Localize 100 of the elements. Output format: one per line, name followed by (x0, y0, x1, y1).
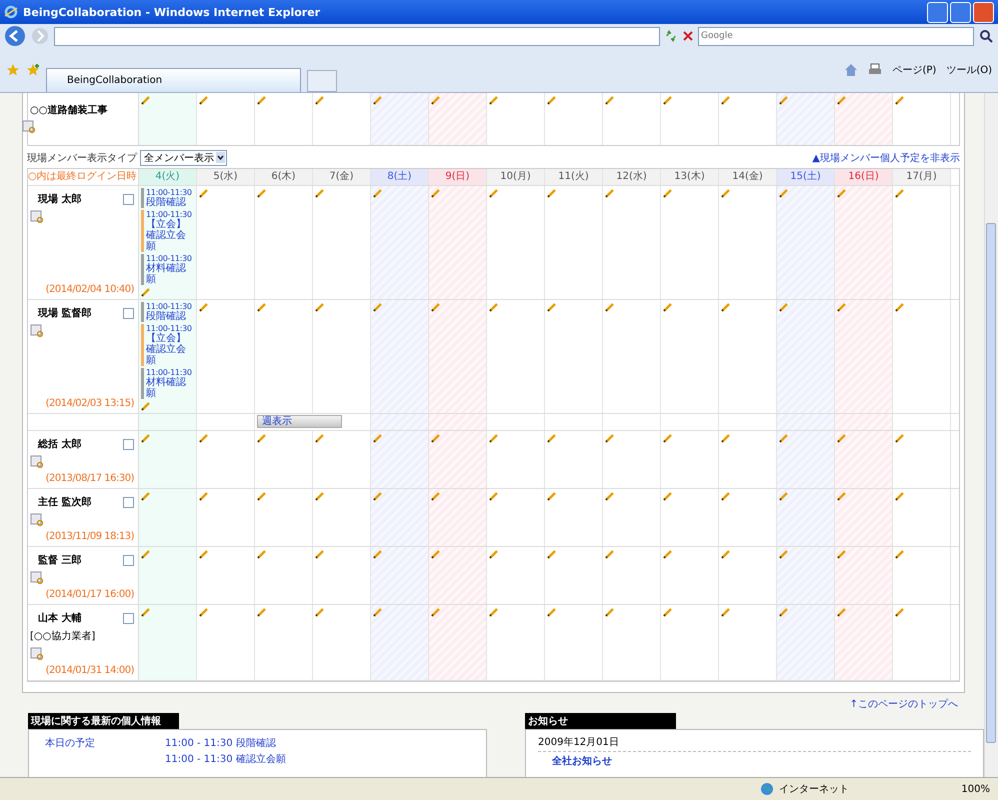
pencil-icon[interactable] (431, 188, 441, 198)
pencil-icon[interactable] (257, 188, 267, 198)
member-checkbox[interactable] (123, 612, 134, 624)
calendar-cell[interactable] (487, 300, 545, 413)
pencil-icon[interactable] (315, 491, 325, 501)
home-icon[interactable] (844, 63, 858, 77)
calendar-cell[interactable] (139, 547, 197, 604)
calendar-cell[interactable] (603, 431, 661, 488)
pencil-icon[interactable] (489, 433, 499, 443)
pencil-icon[interactable] (373, 549, 383, 559)
calendar-cell[interactable] (893, 186, 951, 299)
pencil-icon[interactable] (547, 433, 557, 443)
calendar-cell[interactable] (835, 547, 893, 604)
pencil-icon[interactable] (663, 188, 673, 198)
hide-schedule-link[interactable]: ▲現場メンバー個人予定を非表示 (812, 150, 960, 164)
calendar-cell[interactable] (835, 431, 893, 488)
pencil-icon[interactable] (663, 549, 673, 559)
schedule-entry[interactable]: 11:00-11:30 【立会】確認立会願 (141, 210, 194, 252)
pencil-icon[interactable] (489, 549, 499, 559)
calendar-cell[interactable]: 11:00-11:30 段階確認 11:00-11:30 【立会】確認立会願 11:00-11:30 材料確認願 (139, 300, 197, 413)
calendar-cell[interactable] (545, 186, 603, 299)
calendar-cell[interactable] (371, 414, 429, 430)
pencil-icon[interactable] (663, 491, 673, 501)
pencil-icon[interactable] (199, 491, 209, 501)
pencil-icon[interactable] (663, 302, 673, 312)
favorites-star-icon[interactable] (6, 63, 20, 77)
search-field[interactable]: Google (698, 26, 974, 46)
pencil-icon[interactable] (895, 302, 905, 312)
pencil-icon[interactable] (141, 401, 151, 411)
tools-menu[interactable]: ツール(O) (946, 63, 992, 77)
pencil-icon[interactable] (837, 302, 847, 312)
calendar-cell[interactable] (255, 300, 313, 413)
calendar-cell[interactable] (777, 300, 835, 413)
calendar-cell[interactable] (545, 547, 603, 604)
pencil-icon[interactable] (779, 549, 789, 559)
pencil-icon[interactable] (141, 287, 151, 297)
maximize-button[interactable] (950, 2, 971, 22)
calendar-cell[interactable] (893, 605, 951, 680)
calendar-cell[interactable] (893, 431, 951, 488)
close-button[interactable] (973, 2, 994, 22)
calendar-cell[interactable] (777, 489, 835, 546)
calendar-cell[interactable] (255, 547, 313, 604)
pencil-icon[interactable] (895, 95, 905, 105)
schedule-link[interactable]: 11:00 - 11:30 段階確認 (165, 736, 286, 750)
pencil-icon[interactable] (547, 302, 557, 312)
pencil-icon[interactable] (141, 549, 151, 559)
calendar-cell[interactable] (371, 605, 429, 680)
minimize-button[interactable] (927, 2, 948, 22)
page-top-link[interactable]: ↑このページのトップへ (850, 699, 958, 710)
pencil-icon[interactable] (663, 607, 673, 617)
pencil-icon[interactable] (373, 433, 383, 443)
memo-search-icon[interactable] (22, 120, 36, 134)
pencil-icon[interactable] (315, 188, 325, 198)
schedule-link[interactable]: 11:00 - 11:30 確認立会願 (165, 752, 286, 766)
pencil-icon[interactable] (141, 95, 151, 105)
pencil-icon[interactable] (605, 433, 615, 443)
pencil-icon[interactable] (431, 491, 441, 501)
pencil-icon[interactable] (199, 433, 209, 443)
calendar-cell[interactable] (429, 186, 487, 299)
refresh-icon[interactable] (664, 29, 678, 43)
pencil-icon[interactable] (663, 95, 673, 105)
pencil-icon[interactable] (779, 433, 789, 443)
pencil-icon[interactable] (257, 95, 267, 105)
pencil-icon[interactable] (547, 607, 557, 617)
pencil-icon[interactable] (779, 491, 789, 501)
pencil-icon[interactable] (199, 95, 209, 105)
schedule-entry[interactable]: 11:00-11:30 材料確認願 (141, 368, 194, 399)
pencil-icon[interactable] (257, 607, 267, 617)
calendar-cell[interactable] (777, 186, 835, 299)
pencil-icon[interactable] (141, 433, 151, 443)
add-favorite-icon[interactable] (26, 63, 40, 77)
pencil-icon[interactable] (373, 607, 383, 617)
calendar-cell[interactable] (545, 300, 603, 413)
calendar-cell[interactable] (139, 431, 197, 488)
calendar-cell[interactable] (429, 489, 487, 546)
calendar-cell[interactable] (371, 547, 429, 604)
calendar-cell[interactable] (429, 605, 487, 680)
member-checkbox[interactable] (123, 438, 134, 450)
calendar-cell[interactable] (893, 489, 951, 546)
pencil-icon[interactable] (837, 433, 847, 443)
schedule-entry[interactable]: 11:00-11:30 材料確認願 (141, 254, 194, 285)
week-view-button[interactable]: 週表示 (257, 415, 342, 428)
pencil-icon[interactable] (895, 433, 905, 443)
pencil-icon[interactable] (721, 433, 731, 443)
pencil-icon[interactable] (663, 433, 673, 443)
calendar-cell[interactable] (255, 186, 313, 299)
search-icon[interactable] (978, 28, 994, 44)
print-icon[interactable] (868, 63, 882, 77)
calendar-cell[interactable] (777, 605, 835, 680)
display-type-select[interactable]: 全メンバー表示 (140, 150, 227, 166)
pencil-icon[interactable] (431, 95, 441, 105)
calendar-cell[interactable] (487, 186, 545, 299)
pencil-icon[interactable] (837, 607, 847, 617)
pencil-icon[interactable] (895, 549, 905, 559)
memo-search-icon[interactable] (30, 210, 44, 224)
schedule-entry[interactable]: 11:00-11:30 【立会】確認立会願 (141, 324, 194, 366)
calendar-cell[interactable] (197, 300, 255, 413)
calendar-cell[interactable]: 週表示 (255, 414, 371, 430)
pencil-icon[interactable] (721, 95, 731, 105)
pencil-icon[interactable] (547, 188, 557, 198)
